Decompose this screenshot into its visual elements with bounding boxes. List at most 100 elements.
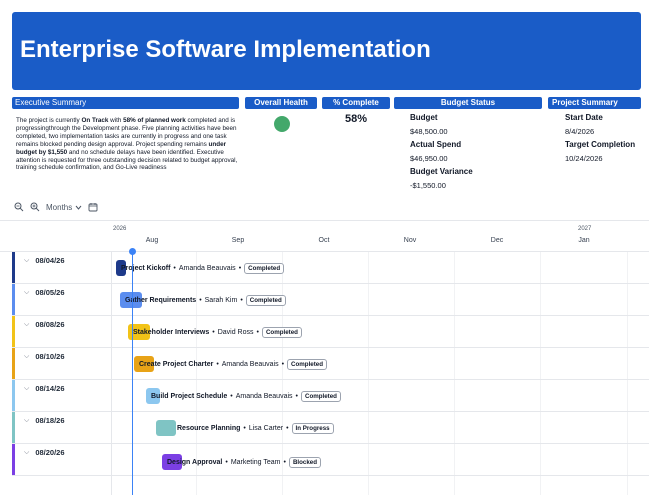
task-name: Project Kickoff <box>121 265 171 272</box>
status-badge: Completed <box>244 263 285 274</box>
task-label[interactable]: Gather Requirements • Sarah Kim • Comple… <box>125 295 286 306</box>
month-label: Aug <box>145 237 159 244</box>
table-row[interactable]: ⌵ 08/20/26 <box>12 444 649 476</box>
separator: • <box>225 459 228 466</box>
chevron-down-icon[interactable]: ⌵ <box>24 257 29 265</box>
separator: • <box>238 265 242 272</box>
timescale-dropdown[interactable]: Months <box>46 203 82 212</box>
table-row[interactable]: ⌵ 08/10/26 <box>12 348 649 380</box>
task-owner: Amanda Beauvais <box>221 361 279 368</box>
separator: • <box>240 297 243 304</box>
task-owner: Marketing Team <box>230 459 281 466</box>
chevron-down-icon[interactable]: ⌵ <box>24 289 29 297</box>
separator: • <box>243 425 246 432</box>
task-bar[interactable] <box>156 420 176 436</box>
target-completion-value: 10/24/2026 <box>565 154 603 163</box>
task-label[interactable]: Resource Planning • Lisa Carter • In Pro… <box>177 423 334 434</box>
status-badge: Completed <box>245 295 286 306</box>
chevron-down-icon[interactable]: ⌵ <box>24 417 29 425</box>
separator: • <box>230 393 233 400</box>
task-owner: Amanda Beauvais <box>178 265 236 272</box>
row-color-stripe <box>12 316 15 347</box>
row-color-stripe <box>12 348 15 379</box>
actual-spend-label: Actual Spend <box>410 140 462 149</box>
percent-complete-header: % Complete <box>322 97 390 109</box>
month-label: Sep <box>231 237 245 244</box>
task-label[interactable]: Build Project Schedule • Amanda Beauvais… <box>151 391 341 402</box>
summary-planned: 58% of planned work <box>123 117 186 124</box>
title-banner: Enterprise Software Implementation <box>12 12 641 90</box>
separator: • <box>212 329 215 336</box>
executive-summary-header: Executive Summary <box>12 97 239 109</box>
zoom-in-icon[interactable] <box>30 202 40 212</box>
task-owner: David Ross <box>217 329 254 336</box>
health-status-indicator <box>274 116 290 132</box>
status-badge: Completed <box>300 391 341 402</box>
overall-health-header: Overall Health <box>245 97 317 109</box>
row-date[interactable]: ⌵ 08/20/26 <box>24 448 65 457</box>
budget-status-header: Budget Status <box>394 97 542 109</box>
row-date-label: 08/14/26 <box>35 384 65 393</box>
summary-part: with <box>108 117 124 124</box>
executive-summary-text: The project is currently On Track with 5… <box>16 117 242 172</box>
table-row[interactable]: ⌵ 08/05/26 <box>12 284 649 316</box>
chevron-down-icon[interactable]: ⌵ <box>24 385 29 393</box>
gantt-chart: 2026 2027 Aug Sep Oct Nov Dec Jan ⌵ 08/04… <box>0 220 649 495</box>
zoom-out-icon[interactable] <box>14 202 24 212</box>
separator: • <box>216 361 219 368</box>
task-name: Design Approval <box>167 459 223 466</box>
row-color-stripe <box>12 380 15 411</box>
row-date-label: 08/08/26 <box>35 320 65 329</box>
chevron-down-icon[interactable]: ⌵ <box>24 321 29 329</box>
task-name: Stakeholder Interviews <box>133 329 210 336</box>
target-completion-label: Target Completion <box>565 140 636 149</box>
month-label: Dec <box>490 237 504 244</box>
task-owner: Sarah Kim <box>204 297 238 304</box>
row-date-label: 08/20/26 <box>35 448 65 457</box>
row-date[interactable]: ⌵ 08/04/26 <box>24 256 65 265</box>
task-label[interactable]: Create Project Charter • Amanda Beauvais… <box>139 359 328 370</box>
month-label: Jan <box>578 237 590 244</box>
row-date-label: 08/05/26 <box>35 288 65 297</box>
row-date[interactable]: ⌵ 08/05/26 <box>24 288 65 297</box>
budget-variance-value: -$1,550.00 <box>410 181 446 190</box>
project-summary-header: Project Summary <box>548 97 641 109</box>
chevron-down-icon[interactable]: ⌵ <box>24 449 29 457</box>
task-name: Gather Requirements <box>125 297 197 304</box>
page-title: Enterprise Software Implementation <box>20 36 431 63</box>
chevron-down-icon[interactable]: ⌵ <box>24 353 29 361</box>
start-date-label: Start Date <box>565 113 603 122</box>
calendar-today-icon[interactable] <box>88 202 98 212</box>
status-badge: Blocked <box>288 457 322 468</box>
status-badge: Completed <box>287 359 328 370</box>
gantt-toolbar: Months <box>14 201 98 213</box>
row-date[interactable]: ⌵ 08/18/26 <box>24 416 65 425</box>
table-row[interactable]: ⌵ 08/04/26 <box>12 252 649 284</box>
chevron-down-icon <box>75 203 82 212</box>
summary-part: The project is currently <box>16 117 82 124</box>
today-marker-dot <box>129 248 136 255</box>
task-label[interactable]: Project Kickoff • Amanda Beauvais • Comp… <box>121 263 285 274</box>
separator: • <box>256 329 259 336</box>
separator: • <box>286 425 289 432</box>
timescale-label: Months <box>46 202 73 212</box>
timeline-axis: 2026 2027 Aug Sep Oct Nov Dec Jan <box>0 220 649 252</box>
actual-spend-value: $46,950.00 <box>410 154 448 163</box>
row-date[interactable]: ⌵ 08/08/26 <box>24 320 65 329</box>
row-date[interactable]: ⌵ 08/10/26 <box>24 352 65 361</box>
row-date[interactable]: ⌵ 08/14/26 <box>24 384 65 393</box>
task-name: Build Project Schedule <box>151 393 228 400</box>
status-badge: In Progress <box>291 423 334 434</box>
row-date-label: 08/04/26 <box>35 256 65 265</box>
year-label: 2026 <box>113 226 127 232</box>
separator: • <box>173 265 176 272</box>
task-name: Resource Planning <box>177 425 241 432</box>
row-color-stripe <box>12 284 15 315</box>
task-label[interactable]: Design Approval • Marketing Team • Block… <box>167 457 322 468</box>
percent-complete-value: 58% <box>344 113 368 125</box>
task-name: Create Project Charter <box>139 361 214 368</box>
task-label[interactable]: Stakeholder Interviews • David Ross • Co… <box>133 327 302 338</box>
table-row[interactable]: ⌵ 08/08/26 <box>12 316 649 348</box>
year-label: 2027 <box>578 226 592 232</box>
task-owner: Amanda Beauvais <box>235 393 293 400</box>
